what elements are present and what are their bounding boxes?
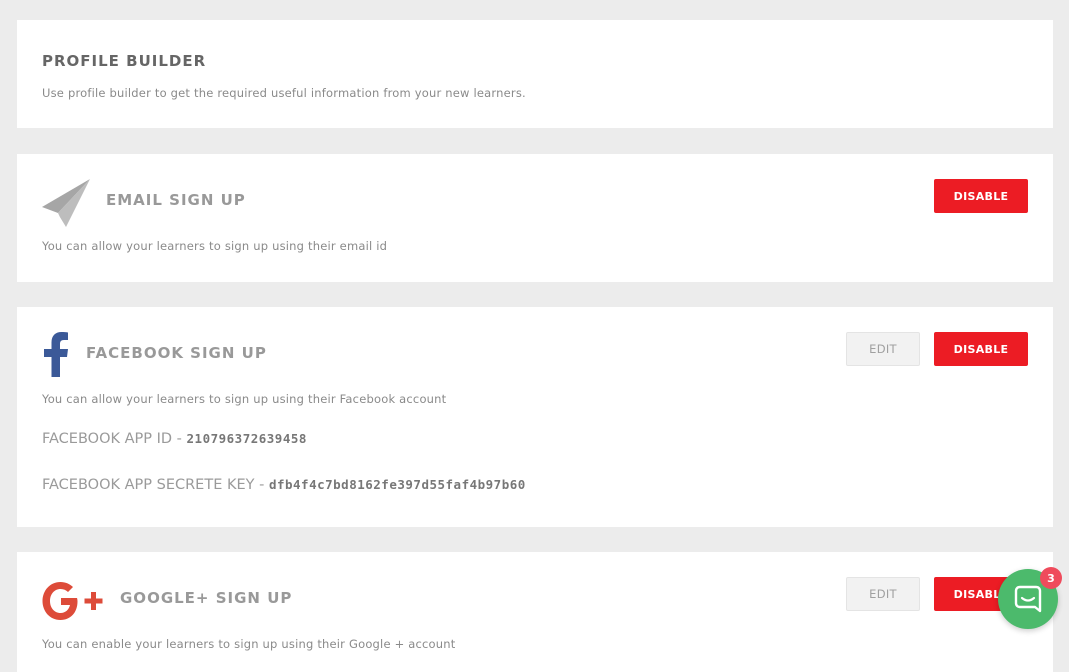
facebook-signup-title: FACEBOOK SIGN UP	[86, 344, 267, 362]
facebook-signup-description: You can allow your learners to sign up u…	[42, 392, 447, 406]
facebook-app-id-row: FACEBOOK APP ID - 210796372639458	[42, 431, 307, 447]
google-signup-description: You can enable your learners to sign up …	[42, 637, 456, 651]
google-signup-title: GOOGLE+ SIGN UP	[120, 589, 293, 607]
profile-builder-description: Use profile builder to get the required …	[42, 86, 526, 100]
facebook-secret-key-label: FACEBOOK APP SECRETE KEY -	[42, 477, 269, 493]
paper-plane-icon	[42, 179, 90, 231]
email-signup-title: EMAIL SIGN UP	[106, 191, 246, 209]
chat-icon	[1013, 584, 1043, 618]
email-disable-button[interactable]: DISABLE	[934, 179, 1028, 213]
facebook-secret-key-row: FACEBOOK APP SECRETE KEY - dfb4f4c7bd816…	[42, 477, 526, 493]
google-edit-button[interactable]: EDIT	[846, 577, 920, 611]
google-signup-card: GOOGLE+ SIGN UP EDIT DISABLE You can ena…	[17, 552, 1053, 672]
facebook-signup-card: FACEBOOK SIGN UP EDIT DISABLE You can al…	[17, 307, 1053, 527]
facebook-secret-key-value: dfb4f4c7bd8162fe397d55faf4b97b60	[268, 477, 526, 492]
email-signup-description: You can allow your learners to sign up u…	[42, 239, 388, 253]
profile-builder-card: PROFILE BUILDER Use profile builder to g…	[17, 20, 1053, 128]
profile-builder-title: PROFILE BUILDER	[42, 52, 207, 70]
email-signup-card: EMAIL SIGN UP You can allow your learner…	[17, 154, 1053, 282]
chat-notification-badge: 3	[1040, 567, 1062, 589]
facebook-app-id-label: FACEBOOK APP ID -	[42, 431, 187, 447]
facebook-edit-button[interactable]: EDIT	[846, 332, 920, 366]
facebook-app-id-value: 210796372639458	[186, 431, 307, 446]
google-plus-icon	[42, 580, 106, 626]
facebook-icon	[42, 331, 70, 381]
facebook-disable-button[interactable]: DISABLE	[934, 332, 1028, 366]
